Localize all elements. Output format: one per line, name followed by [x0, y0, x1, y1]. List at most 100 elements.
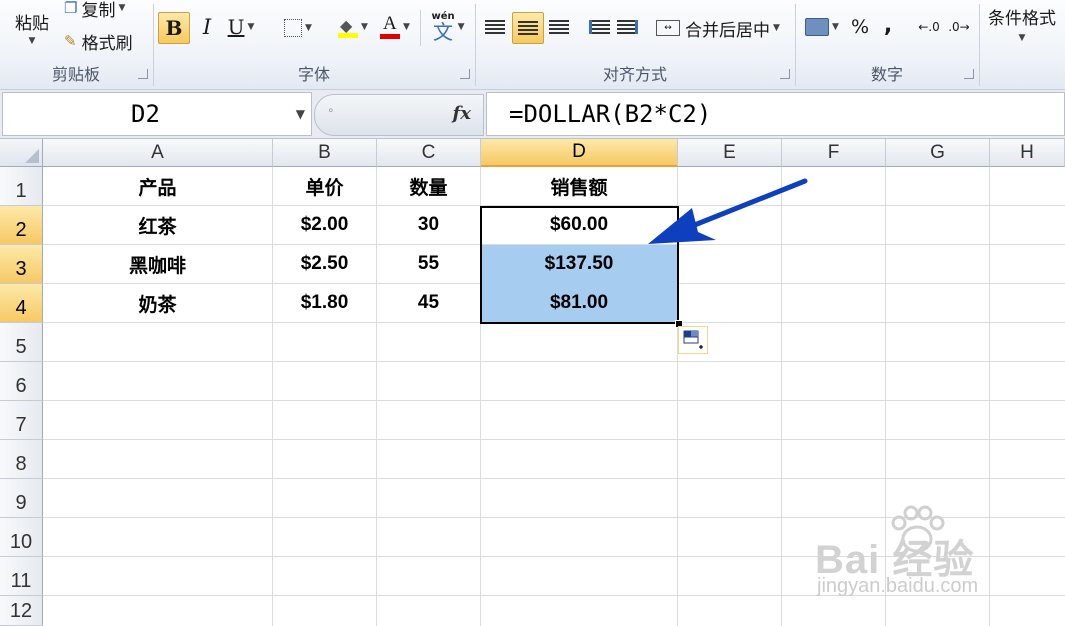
- cell-b2[interactable]: $2.00: [273, 206, 376, 244]
- cell-a2[interactable]: 红茶: [43, 206, 272, 244]
- font-color-glyph: A: [383, 13, 397, 34]
- cell-a3[interactable]: 黑咖啡: [43, 245, 272, 283]
- copy-button[interactable]: ❐ 复制 ▼: [64, 0, 126, 21]
- chevron-down-icon: ▼: [118, 3, 126, 13]
- italic-button[interactable]: I: [194, 12, 220, 42]
- gridline: [43, 361, 1065, 362]
- cell-a4[interactable]: 奶茶: [43, 284, 272, 322]
- column-header-c[interactable]: C: [377, 139, 481, 167]
- copy-label: 复制: [81, 0, 116, 21]
- row-header-7[interactable]: 7: [0, 401, 43, 440]
- decrease-indent-button[interactable]: [586, 12, 612, 42]
- fill-color-button[interactable]: ◆ ▼: [332, 12, 374, 42]
- column-header-g[interactable]: G: [886, 139, 990, 167]
- row-header-5[interactable]: 5: [0, 323, 43, 362]
- formula-input[interactable]: =DOLLAR(B2*C2): [486, 92, 1065, 136]
- row-header-10[interactable]: 10: [0, 518, 43, 557]
- align-center-button[interactable]: [512, 12, 544, 44]
- auto-fill-options-button[interactable]: [678, 326, 708, 354]
- column-header-b[interactable]: B: [273, 139, 377, 167]
- row-header-11[interactable]: 11: [0, 557, 43, 596]
- align-center-icon: [518, 21, 538, 35]
- font-launcher-icon[interactable]: [460, 69, 470, 79]
- chevron-down-icon: ▼: [305, 23, 312, 33]
- alignment-group-label: 对齐方式: [602, 65, 667, 84]
- gridline: [43, 595, 1065, 596]
- number-group-label: 数字: [870, 65, 903, 84]
- cell-c2[interactable]: 30: [377, 206, 480, 244]
- bold-button[interactable]: B: [158, 12, 190, 44]
- insert-function-button[interactable]: fx: [453, 103, 471, 124]
- font-color-button[interactable]: A ▼: [374, 12, 416, 42]
- chevron-down-icon[interactable]: ▼: [296, 107, 305, 121]
- cell-d4[interactable]: $81.00: [481, 284, 677, 322]
- chevron-down-icon: ▼: [457, 22, 465, 32]
- cell-b1[interactable]: 单价: [273, 167, 376, 205]
- column-header-a[interactable]: A: [43, 139, 273, 167]
- row-header-1[interactable]: 1: [0, 167, 43, 206]
- column-header-d[interactable]: D: [481, 139, 678, 167]
- font-color-icon: A: [380, 13, 401, 39]
- chevron-down-icon: ▼: [247, 22, 255, 32]
- percent-button[interactable]: %: [846, 12, 874, 42]
- ribbon: 粘贴 ▼ ❐ 复制 ▼ ✎ 格式刷 剪贴板 B I U ▼ ▼ ◆ ▼ A ▼ …: [0, 0, 1065, 90]
- column-header-e[interactable]: E: [678, 139, 782, 167]
- row-header-2[interactable]: 2: [0, 206, 43, 245]
- name-box-value: D2: [131, 100, 160, 128]
- column-header-h[interactable]: H: [990, 139, 1065, 167]
- gridline: [43, 517, 1065, 518]
- format-painter-button[interactable]: ✎ 格式刷: [64, 29, 133, 54]
- cell-b3[interactable]: $2.50: [273, 245, 376, 283]
- decrease-indent-icon: [588, 20, 610, 34]
- clipboard-launcher-icon[interactable]: [138, 69, 148, 79]
- align-right-button[interactable]: [544, 12, 574, 42]
- font-divider: [420, 10, 421, 46]
- paste-label: 粘贴: [15, 13, 49, 34]
- row-header-6[interactable]: 6: [0, 362, 43, 401]
- conditional-format-button[interactable]: 条件格式 ▼: [988, 4, 1056, 43]
- row-header-4[interactable]: 4: [0, 284, 43, 323]
- cell-a1[interactable]: 产品: [43, 167, 272, 205]
- cell-c4[interactable]: 45: [377, 284, 480, 322]
- alignment-launcher-icon[interactable]: [780, 69, 790, 79]
- number-launcher-icon[interactable]: [964, 69, 974, 79]
- row-header-12[interactable]: 12: [0, 596, 43, 626]
- styles-group: 条件格式 ▼: [980, 0, 1065, 89]
- cell-c1[interactable]: 数量: [377, 167, 480, 205]
- fx-icon: fx: [452, 103, 471, 124]
- border-button[interactable]: ▼: [278, 14, 318, 42]
- accounting-icon: [805, 18, 830, 36]
- alignment-group: ↔ 合并后居中 ▼ 对齐方式: [476, 0, 794, 89]
- name-box[interactable]: D2 ▼: [2, 92, 312, 136]
- row-header-3[interactable]: 3: [0, 245, 43, 284]
- row-header-9[interactable]: 9: [0, 479, 43, 518]
- accounting-format-button[interactable]: ▼: [802, 12, 842, 42]
- expand-handle-icon[interactable]: ∘: [327, 103, 335, 117]
- annotation-arrow-icon: [648, 178, 808, 244]
- merge-center-icon: ↔: [656, 20, 680, 36]
- decrease-decimal-button[interactable]: .0→: [946, 12, 972, 42]
- gridline: [43, 478, 1065, 479]
- underline-button[interactable]: U ▼: [224, 12, 258, 42]
- worksheet-grid: A B C D E F G H 1 2 3 4 5 6 7 8 9 10 11 …: [0, 139, 1065, 626]
- paste-button[interactable]: 粘贴 ▼: [10, 4, 54, 50]
- merge-center-button[interactable]: ↔ 合并后居中 ▼: [656, 14, 780, 42]
- formula-tools: ∘ fx: [314, 94, 484, 136]
- align-right-icon: [549, 20, 569, 34]
- column-header-f[interactable]: F: [782, 139, 886, 167]
- select-all-button[interactable]: [0, 139, 43, 167]
- comma-button[interactable]: ,: [876, 10, 900, 40]
- align-left-button[interactable]: [480, 12, 510, 42]
- increase-indent-button[interactable]: [614, 12, 640, 42]
- cell-c3[interactable]: 55: [377, 245, 480, 283]
- gridline: [43, 400, 1065, 401]
- border-icon: [284, 19, 303, 37]
- copy-icon: ❐: [64, 0, 78, 17]
- row-header-8[interactable]: 8: [0, 440, 43, 479]
- cell-b4[interactable]: $1.80: [273, 284, 376, 322]
- increase-decimal-button[interactable]: ←.0: [916, 12, 942, 42]
- clipboard-group: 粘贴 ▼ ❐ 复制 ▼ ✎ 格式刷 剪贴板: [0, 0, 152, 89]
- font-group-label: 字体: [297, 65, 330, 84]
- gridline: [43, 439, 1065, 440]
- phonetic-button[interactable]: wén 文 ▼: [428, 10, 468, 44]
